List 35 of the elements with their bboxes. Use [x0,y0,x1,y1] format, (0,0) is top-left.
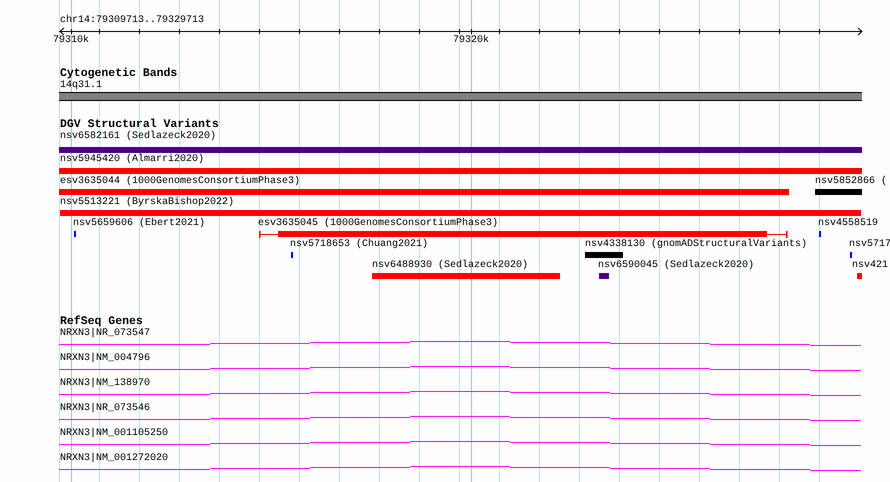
band-label: 14q31.1 [60,80,102,92]
track-title: Cytogenetic Bands [60,67,178,80]
tick-label: 79310k [53,35,90,47]
variant-label: nsv5718653 (Chuang2021) [290,239,428,251]
variant-label: nsv6582161 (Sedlazeck2020) [60,131,216,143]
variant-label: nsv4558519 [818,218,878,230]
variant-label: esv3635044 (1000GenomesConsortiumPhase3) [60,176,300,188]
variant-label: nsv5717 [849,239,890,251]
gene-label: NRXN3|NM_001105250 [60,428,168,440]
variant-label: nsv5513221 (ByrskaBishop2022) [60,197,234,209]
gene-label: NRXN3|NM_001272020 [60,453,168,465]
variant-label: nsv6590045 (Sedlazeck2020) [598,260,754,272]
region-title: chr14:79309713..79329713 [60,15,204,27]
variant-label: nsv5659606 (Ebert2021) [73,218,206,230]
gene-line[interactable] [59,441,862,448]
variant-label: nsv421 [852,260,888,272]
gene-label: NRXN3|NR_073547 [60,328,150,340]
tick-label: 79320k [453,35,490,47]
variant-label: nsv4338130 (gnomADStructuralVariants) [585,239,808,251]
gene-line[interactable] [59,466,862,473]
gene-label: NRXN3|NR_073546 [60,403,150,415]
gene-line[interactable] [59,341,862,348]
gene-line[interactable] [59,416,862,423]
track-title: DGV Structural Variants [60,118,219,131]
gene-line[interactable] [59,391,862,398]
variant-label: nsv6488930 (Sedlazeck2020) [372,260,528,272]
gene-line[interactable] [59,366,862,373]
variant-label: esv3635045 (1000GenomesConsortiumPhase3) [258,218,498,230]
track-title: RefSeq Genes [60,315,143,328]
variant-label: nsv5852866 ( [815,176,888,188]
variant-label: nsv5945420 (Almarri2020) [60,154,204,166]
chromosome-band[interactable] [59,92,862,101]
gene-label: NRXN3|NM_004796 [60,353,150,365]
gene-label: NRXN3|NM_138970 [60,378,150,390]
variant-bar[interactable] [259,231,788,238]
